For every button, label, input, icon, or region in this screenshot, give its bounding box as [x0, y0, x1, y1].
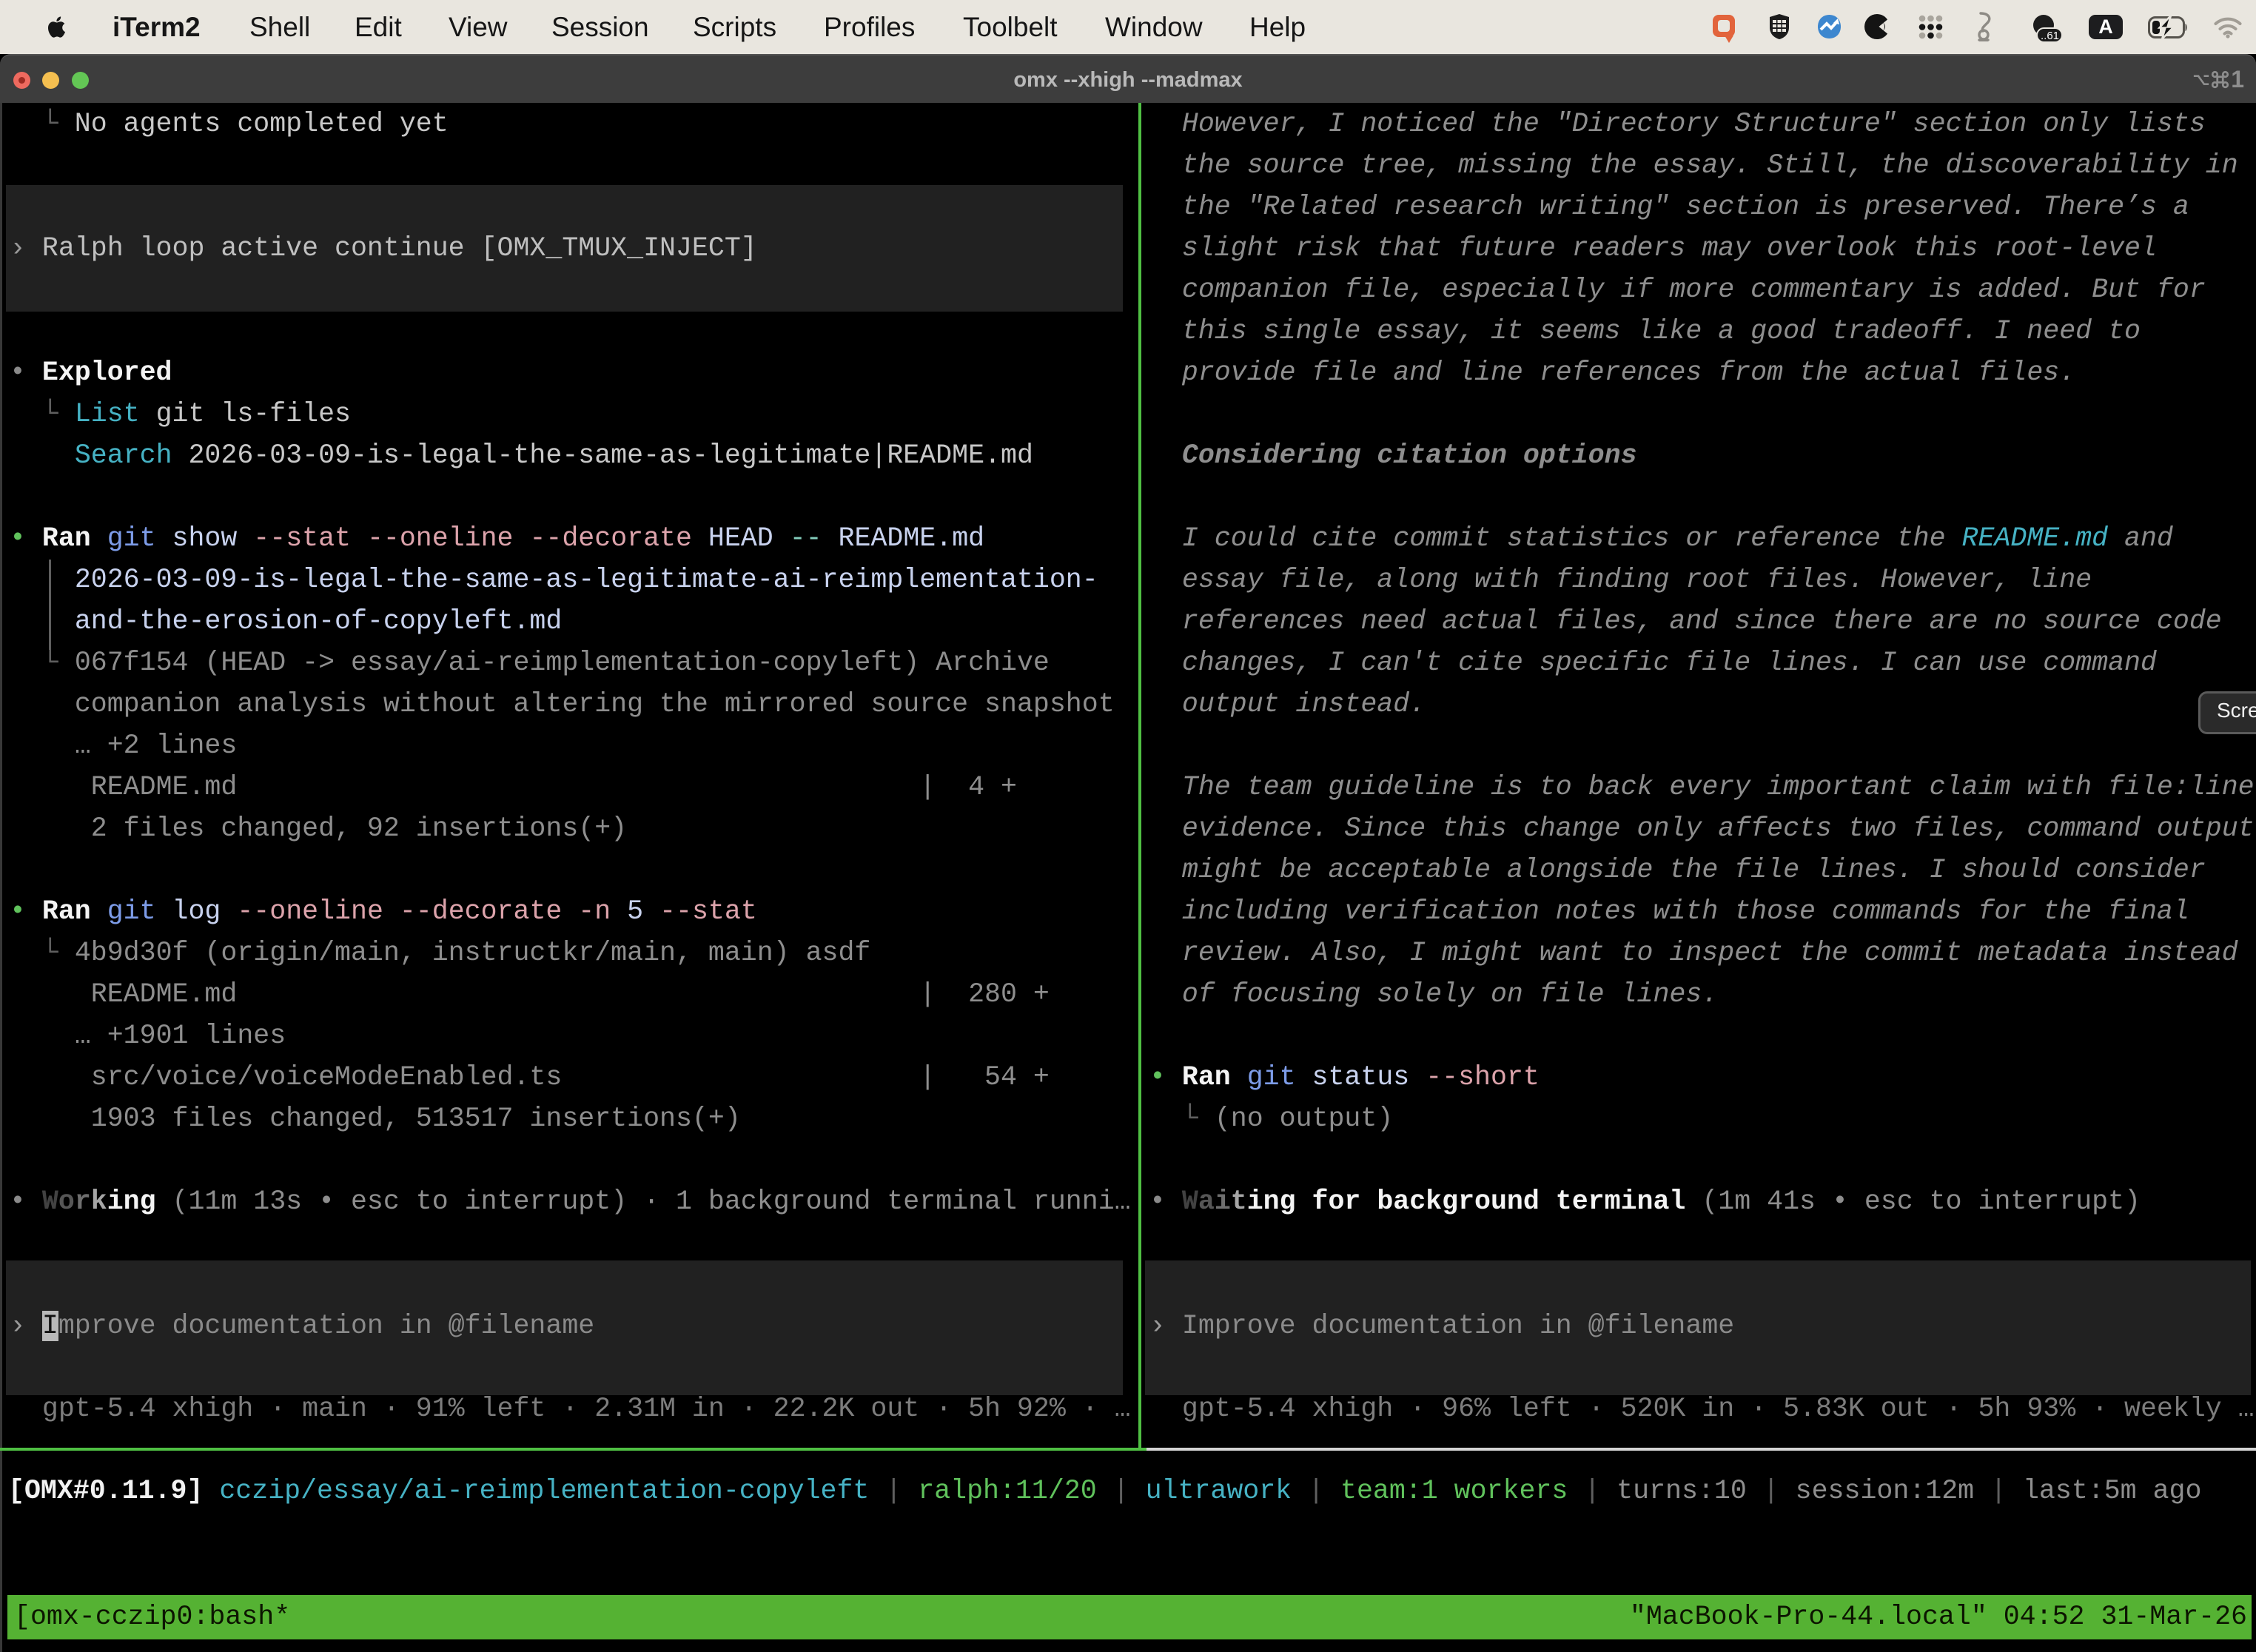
svg-text:..61: ..61 [2041, 30, 2059, 42]
